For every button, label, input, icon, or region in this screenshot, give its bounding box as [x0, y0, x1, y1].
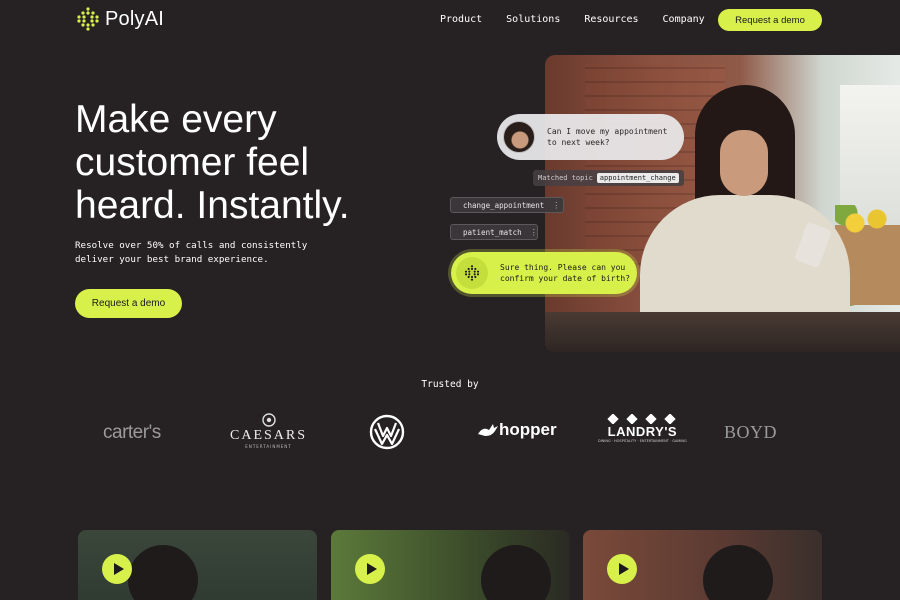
trusted-by-label: Trusted by — [421, 379, 479, 390]
customer-logo-row: carter's CAESARS ENTERTAINMENT hopper LA… — [0, 410, 900, 456]
play-button[interactable] — [102, 554, 132, 584]
hero-subtitle: Resolve over 50% of calls and consistent… — [75, 239, 345, 266]
hopper-logo: hopper — [477, 420, 557, 440]
nav-links: Product Solutions Resources Company — [440, 14, 729, 25]
play-icon — [113, 563, 124, 575]
customer-message-line: Can I move my appointment — [547, 127, 668, 136]
agent-reply-bubble: Sure thing. Please can you confirm your … — [451, 252, 637, 294]
nav-link-product[interactable]: Product — [440, 14, 482, 25]
action-pill-patient-match: patient_match ⋮ — [450, 224, 538, 240]
matched-topic-value: appointment_change — [596, 173, 679, 183]
polyai-logo[interactable]: PolyAI — [77, 7, 164, 31]
carters-logo: carter's — [103, 422, 161, 443]
caesars-laurel-icon — [261, 413, 276, 427]
nav-request-demo-button[interactable]: Request a demo — [718, 9, 822, 31]
polyai-dots-icon — [77, 7, 99, 31]
landrys-logo-text: LANDRY'S — [607, 424, 678, 439]
video-card[interactable] — [331, 530, 570, 600]
nav-link-resources[interactable]: Resources — [584, 14, 638, 25]
play-button[interactable] — [355, 554, 385, 584]
video-card[interactable] — [78, 530, 317, 600]
video-card[interactable] — [583, 530, 822, 600]
kebab-menu-icon: ⋮ — [552, 200, 561, 210]
photo-person-face — [720, 130, 768, 196]
nav-link-company[interactable]: Company — [663, 14, 705, 25]
video-thumbnail-person — [128, 545, 198, 600]
video-thumbnail-person — [703, 545, 773, 600]
hero-subtitle-line: deliver your best brand experience. — [75, 253, 269, 265]
landrys-logo: LANDRY'S DINING · HOSPITALITY · ENTERTAI… — [598, 414, 687, 443]
action-pill-change-appointment: change_appointment ⋮ — [450, 197, 564, 213]
action-label: patient_match — [463, 227, 522, 237]
vw-logo-icon — [369, 414, 405, 450]
brand-name: PolyAI — [105, 7, 165, 30]
customer-message-bubble: Can I move my appointment to next week? — [497, 114, 684, 160]
matched-topic-tag: Matched topic appointment_change — [533, 170, 684, 186]
hero-request-demo-button[interactable]: Request a demo — [75, 289, 182, 318]
boyd-logo: BOYD — [724, 422, 778, 442]
play-button[interactable] — [607, 554, 637, 584]
landrys-logo-subtext: DINING · HOSPITALITY · ENTERTAINMENT · G… — [598, 439, 687, 443]
customer-message-line: to next week? — [547, 138, 610, 147]
hopper-logo-text: hopper — [499, 420, 557, 439]
hopper-bunny-icon — [478, 424, 498, 436]
play-icon — [618, 563, 629, 575]
hero-subtitle-line: Resolve over 50% of calls and consistent… — [75, 240, 308, 251]
hero-title: Make every customer feel heard. Instantl… — [75, 98, 435, 227]
caesars-logo-subtext: ENTERTAINMENT — [245, 444, 292, 449]
volkswagen-logo — [369, 414, 405, 450]
agent-reply-text: Sure thing. Please can you confirm your … — [500, 262, 630, 284]
agent-reply-line: Sure thing. Please can you — [500, 263, 626, 272]
play-icon — [366, 563, 377, 575]
caesars-logo-text: CAESARS — [230, 428, 308, 443]
nav-link-solutions[interactable]: Solutions — [506, 14, 560, 25]
customer-avatar — [503, 121, 535, 153]
photo-counter — [545, 312, 900, 352]
video-thumbnail-person — [481, 545, 551, 600]
polyai-dots-icon — [464, 265, 480, 281]
action-label: change_appointment — [463, 200, 545, 210]
polyai-agent-icon — [456, 257, 488, 289]
caesars-logo: CAESARS ENTERTAINMENT — [230, 412, 307, 449]
landrys-emblem-icon — [607, 414, 677, 424]
agent-reply-line: confirm your date of birth? — [500, 274, 631, 283]
top-nav: PolyAI Product Solutions Resources Compa… — [0, 0, 900, 40]
photo-lemons — [835, 205, 900, 235]
hero-photo — [545, 55, 900, 352]
hero-title-line: heard. Instantly. — [75, 184, 350, 227]
matched-topic-label: Matched topic — [538, 174, 593, 182]
kebab-menu-icon: ⋮ — [529, 227, 538, 237]
hero-title-line: customer feel — [75, 141, 310, 184]
hero-title-line: Make every — [75, 98, 277, 141]
customer-message-text: Can I move my appointment to next week? — [547, 126, 667, 148]
